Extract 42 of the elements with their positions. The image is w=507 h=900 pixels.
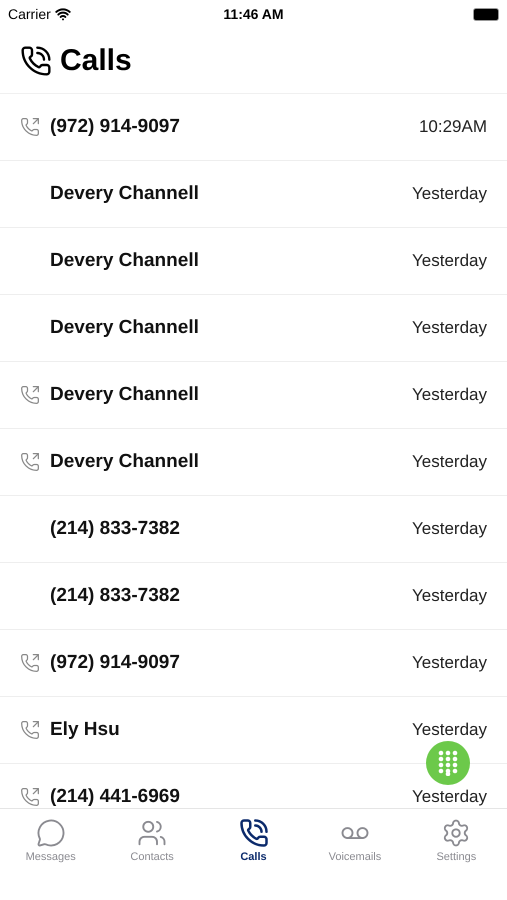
wifi-icon bbox=[54, 6, 71, 22]
caller-name: Devery Channell bbox=[50, 183, 200, 205]
battery-icon bbox=[473, 8, 499, 20]
phone-call-icon bbox=[238, 818, 269, 848]
caller-name: Devery Channell bbox=[50, 317, 200, 339]
call-row[interactable]: Devery Channell Yesterday bbox=[0, 429, 507, 496]
call-time: 10:29AM bbox=[418, 117, 487, 137]
call-time: Yesterday bbox=[412, 251, 487, 271]
dialpad-button[interactable] bbox=[426, 741, 470, 785]
caller-name: (214) 833-7382 bbox=[50, 518, 181, 540]
call-row[interactable]: (972) 914-9097 Yesterday bbox=[0, 630, 507, 697]
call-time: Yesterday bbox=[412, 385, 487, 405]
tab-item[interactable]: Calls bbox=[202, 809, 304, 871]
caller-name: (214) 441-6969 bbox=[50, 786, 181, 808]
phone-call-icon bbox=[20, 44, 52, 76]
call-time: Yesterday bbox=[412, 586, 487, 606]
call-row[interactable]: Devery Channell Yesterday bbox=[0, 362, 507, 429]
call-row[interactable]: Devery Channell Yesterday bbox=[0, 161, 507, 228]
call-row[interactable]: (214) 833-7382 Yesterday bbox=[0, 496, 507, 563]
caller-name: (972) 914-9097 bbox=[50, 116, 181, 138]
call-time: Yesterday bbox=[412, 452, 487, 472]
call-time: Yesterday bbox=[412, 720, 487, 740]
call-time: Yesterday bbox=[412, 653, 487, 673]
call-row[interactable]: Devery Channell Yesterday bbox=[0, 295, 507, 362]
caller-name: Devery Channell bbox=[50, 451, 200, 473]
page-title: Calls bbox=[60, 44, 132, 78]
caller-name: Ely Hsu bbox=[50, 719, 121, 741]
call-row[interactable]: (972) 914-9097 10:29AM bbox=[0, 94, 507, 161]
call-time: Yesterday bbox=[412, 184, 487, 204]
call-row[interactable]: Devery Channell Yesterday bbox=[0, 228, 507, 295]
caller-name: Devery Channell bbox=[50, 384, 200, 406]
clock-time: 11:46 AM bbox=[223, 6, 284, 22]
caller-name: (972) 914-9097 bbox=[50, 652, 181, 674]
call-time: Yesterday bbox=[412, 519, 487, 539]
call-time: Yesterday bbox=[412, 787, 487, 807]
call-row[interactable]: (214) 833-7382 Yesterday bbox=[0, 563, 507, 630]
call-time: Yesterday bbox=[412, 318, 487, 338]
caller-name: (214) 833-7382 bbox=[50, 585, 181, 607]
chat-bubble-icon bbox=[36, 818, 66, 848]
carrier-label: Carrier bbox=[8, 6, 51, 22]
caller-name: Devery Channell bbox=[50, 250, 200, 272]
dialpad-icon bbox=[438, 750, 458, 776]
